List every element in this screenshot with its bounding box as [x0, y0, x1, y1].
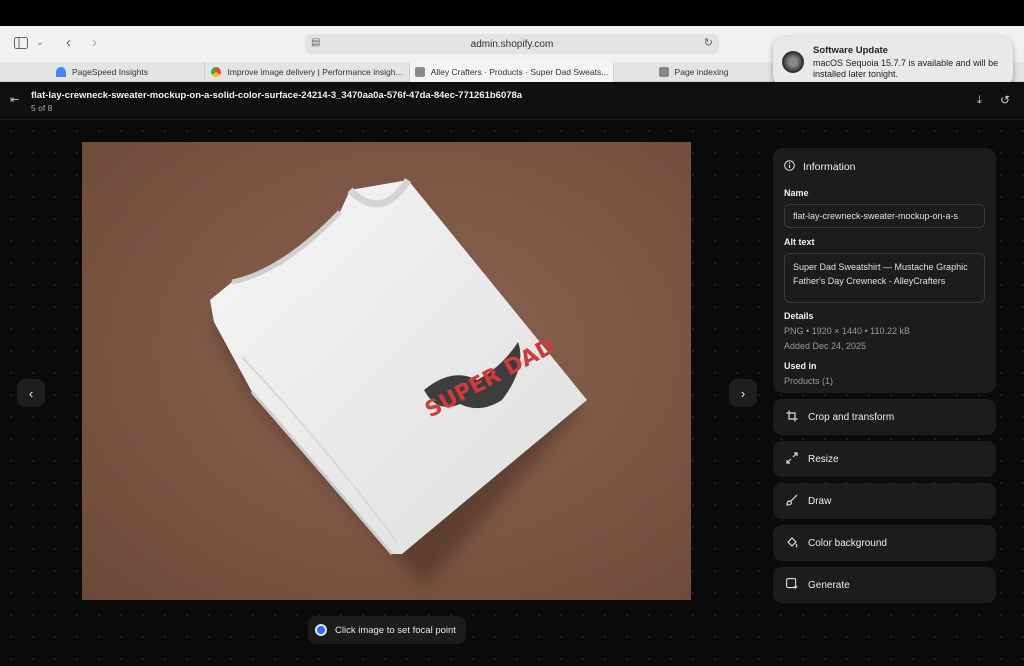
tab-improve-image[interactable]: Improve image delivery | Performance ins…	[205, 62, 410, 82]
used-in-value: Products (1)	[784, 376, 834, 386]
paint-bucket-icon	[786, 536, 798, 551]
tab-page-indexing[interactable]: Page indexing	[614, 62, 774, 82]
chevron-down-icon[interactable]: ⌄	[36, 38, 44, 47]
used-in-label: Used in	[784, 361, 817, 371]
added-date: Added Dec 24, 2025	[784, 341, 867, 351]
draw-button[interactable]: Draw	[773, 483, 996, 519]
focal-hint-text: Click image to set focal point	[335, 624, 456, 636]
brush-icon	[786, 494, 798, 509]
info-icon	[784, 160, 795, 174]
color-background-button[interactable]: Color background	[773, 525, 996, 561]
forward-icon[interactable]: ›	[92, 35, 97, 50]
next-image-button[interactable]: ›	[729, 379, 757, 407]
details-value: PNG • 1920 × 1440 • 110.22 kB	[784, 326, 910, 336]
crop-and-transform-button[interactable]: Crop and transform	[773, 399, 996, 435]
alt-text-input[interactable]: Super Dad Sweatshirt — Mustache Graphic …	[784, 253, 985, 303]
sidebar-toggle-icon[interactable]	[14, 37, 28, 51]
tab-pagespeed[interactable]: PageSpeed Insights	[0, 62, 205, 82]
google-icon	[658, 67, 669, 77]
resize-icon	[786, 451, 798, 467]
focal-point-hint[interactable]: Click image to set focal point	[308, 616, 466, 644]
pagespeed-icon	[55, 67, 66, 77]
chevron-right-icon: ›	[740, 385, 746, 401]
url-text: admin.shopify.com	[470, 38, 554, 50]
shopify-icon	[414, 67, 425, 77]
notification-title: Software Update	[813, 45, 888, 56]
back-icon[interactable]: ‹	[66, 35, 71, 50]
system-settings-icon	[782, 51, 804, 73]
address-bar[interactable]: ▤ admin.shopify.com ↻	[305, 34, 719, 54]
download-icon[interactable]: ⤓	[977, 95, 982, 106]
file-position: 5 of 8	[31, 103, 53, 113]
tab-alley-crafters[interactable]: Alley Crafters · Products · Super Dad Sw…	[410, 62, 614, 82]
software-update-notification[interactable]: Software Update macOS Sequoia 15.7.7 is …	[773, 37, 1013, 87]
sparkle-image-icon	[786, 577, 798, 593]
alt-text-label: Alt text	[784, 237, 815, 247]
exit-icon[interactable]: ⇤	[10, 95, 19, 106]
sweatshirt-illustration: SUPER DAD	[210, 178, 587, 586]
history-icon[interactable]: ↺	[1000, 94, 1010, 106]
resize-button[interactable]: Resize	[773, 441, 996, 477]
reload-icon[interactable]: ↻	[704, 38, 713, 49]
focal-point-icon	[315, 624, 327, 636]
info-heading: Information	[803, 161, 856, 173]
name-label: Name	[784, 188, 809, 198]
chrome-icon	[211, 67, 222, 77]
file-header: ⇤ flat-lay-crewneck-sweater-mockup-on-a-…	[0, 82, 1024, 120]
product-image[interactable]: SUPER DAD	[82, 142, 691, 600]
information-panel: Information Name flat-lay-crewneck-sweat…	[773, 148, 996, 393]
details-label: Details	[784, 311, 814, 321]
crop-icon	[786, 410, 798, 425]
page-icon: ▤	[311, 37, 321, 48]
chevron-left-icon: ‹	[28, 385, 34, 401]
prev-image-button[interactable]: ‹	[17, 379, 45, 407]
generate-button[interactable]: Generate	[773, 567, 996, 603]
name-input[interactable]: flat-lay-crewneck-sweater-mockup-on-a-s	[784, 204, 985, 228]
notification-message: macOS Sequoia 15.7.7 is available and wi…	[813, 58, 999, 79]
menu-bar	[0, 0, 1024, 26]
file-name: flat-lay-crewneck-sweater-mockup-on-a-so…	[31, 90, 523, 101]
